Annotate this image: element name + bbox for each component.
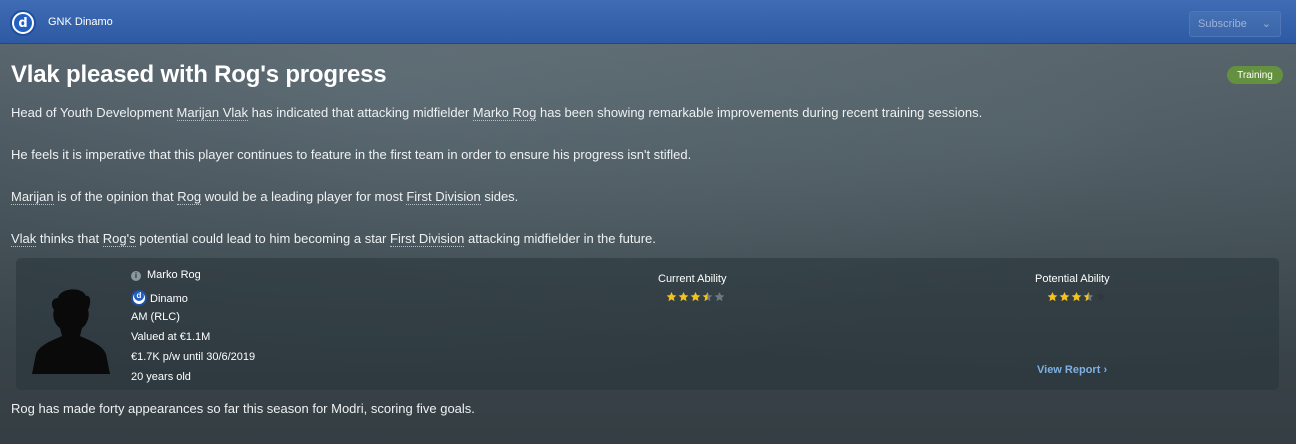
text-segment: has indicated that attacking midfielder bbox=[248, 105, 473, 120]
star-icon bbox=[702, 292, 713, 302]
star-icon bbox=[1071, 292, 1082, 302]
player-value: Valued at €1.1M bbox=[131, 331, 211, 343]
player-link-marko-rog[interactable]: Marko Rog bbox=[472, 105, 537, 121]
player-wage: €1.7K p/w until 30/6/2019 bbox=[131, 351, 256, 363]
competition-link-first-division[interactable]: First Division bbox=[406, 189, 481, 205]
potential-ability-label: Potential Ability bbox=[1035, 273, 1110, 285]
staff-link-marijan-vlak[interactable]: Marijan Vlak bbox=[176, 105, 249, 121]
club-badge-icon[interactable]: d bbox=[10, 10, 36, 36]
player-age: 20 years old bbox=[131, 371, 191, 383]
star-icon bbox=[1095, 292, 1106, 302]
text-segment: potential could lead to him becoming a s… bbox=[135, 231, 390, 246]
star-icon bbox=[1059, 292, 1070, 302]
player-link-rogs[interactable]: Rog's bbox=[102, 231, 136, 247]
chevron-down-icon: ⌄ bbox=[1261, 18, 1271, 30]
info-icon: i bbox=[131, 271, 141, 281]
text-segment: attacking midfielder in the future. bbox=[464, 231, 656, 246]
star-icon bbox=[678, 292, 689, 302]
staff-link-marijan[interactable]: Marijan bbox=[11, 189, 54, 205]
potential-ability-stars bbox=[1047, 291, 1106, 303]
current-ability-stars bbox=[666, 291, 725, 303]
text-segment: thinks that bbox=[36, 231, 103, 246]
current-ability-label: Current Ability bbox=[658, 273, 727, 285]
article-title: Vlak pleased with Rog's progress bbox=[11, 61, 387, 88]
club-name-link[interactable]: GNK Dinamo bbox=[48, 16, 113, 28]
star-icon bbox=[666, 292, 677, 302]
article-closing-paragraph: Rog has made forty appearances so far th… bbox=[11, 401, 475, 416]
subscribe-label: Subscribe bbox=[1198, 18, 1247, 30]
news-header-bar: d GNK Dinamo Subscribe ⌄ bbox=[0, 0, 1296, 44]
view-report-button[interactable]: View Report › bbox=[1037, 364, 1107, 376]
competition-link-first-division[interactable]: First Division bbox=[390, 231, 465, 247]
category-tag: Training bbox=[1227, 66, 1283, 84]
staff-link-vlak[interactable]: Vlak bbox=[11, 231, 37, 247]
view-report-label: View Report bbox=[1037, 364, 1101, 376]
article-paragraph-1: Head of Youth Development Marijan Vlak h… bbox=[11, 105, 983, 121]
text-segment: Head of Youth Development bbox=[11, 105, 177, 120]
player-position: AM (RLC) bbox=[131, 311, 180, 323]
player-silhouette-icon bbox=[32, 289, 110, 374]
club-badge-letter: d bbox=[14, 14, 32, 32]
player-link-rog[interactable]: Rog bbox=[177, 189, 202, 205]
player-name[interactable]: Marko Rog bbox=[147, 269, 201, 281]
star-icon bbox=[1083, 292, 1094, 302]
star-icon bbox=[1047, 292, 1058, 302]
subscribe-dropdown[interactable]: Subscribe ⌄ bbox=[1189, 11, 1281, 37]
text-segment: sides. bbox=[480, 189, 519, 204]
club-badge-icon bbox=[131, 290, 147, 306]
player-name-row[interactable]: i Marko Rog bbox=[131, 269, 201, 281]
article-paragraph-4: Vlak thinks that Rog's potential could l… bbox=[11, 231, 656, 247]
star-icon bbox=[714, 292, 725, 302]
chevron-right-icon: › bbox=[1103, 364, 1108, 376]
article-paragraph-2: He feels it is imperative that this play… bbox=[11, 147, 692, 162]
text-segment: would be a leading player for most bbox=[201, 189, 407, 204]
star-icon bbox=[690, 292, 701, 302]
article-paragraph-3: Marijan is of the opinion that Rog would… bbox=[11, 189, 519, 205]
text-segment: has been showing remarkable improvements… bbox=[536, 105, 983, 120]
player-club[interactable]: Dinamo bbox=[150, 293, 188, 305]
text-segment: is of the opinion that bbox=[53, 189, 178, 204]
player-club-row[interactable]: Dinamo bbox=[131, 290, 188, 306]
